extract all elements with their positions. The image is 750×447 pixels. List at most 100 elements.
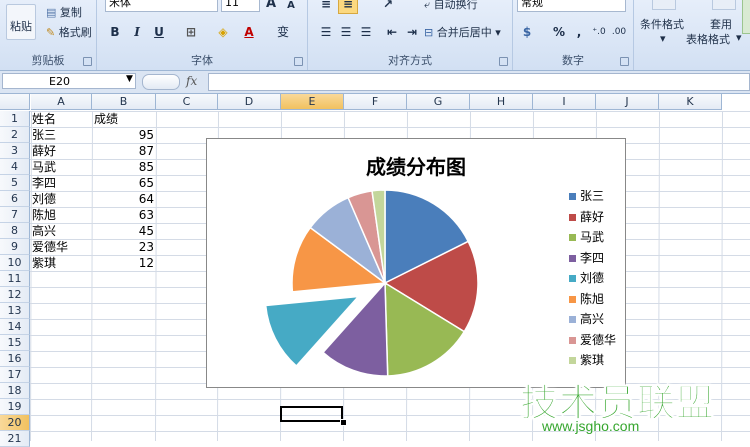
formula-divider-handle[interactable]	[142, 74, 180, 90]
legend-item[interactable]: 张三	[569, 187, 604, 205]
row-header-11[interactable]: 11	[0, 271, 30, 287]
column-header-h[interactable]: H	[470, 94, 533, 110]
fill-handle[interactable]	[340, 419, 347, 426]
currency-icon[interactable]: $	[517, 22, 537, 42]
row-header-3[interactable]: 3	[0, 143, 30, 159]
row-header-15[interactable]: 15	[0, 335, 30, 351]
row-header-5[interactable]: 5	[0, 175, 30, 191]
increase-decimal-button[interactable]: ⁺.0	[589, 22, 609, 42]
row-header-20[interactable]: 20	[0, 415, 30, 431]
table-format-button[interactable]: 表格格式	[686, 31, 730, 47]
row-header-17[interactable]: 17	[0, 367, 30, 383]
row-header-8[interactable]: 8	[0, 223, 30, 239]
format-painter-button[interactable]: ✎ 格式刷	[46, 24, 92, 40]
row-header-9[interactable]: 9	[0, 239, 30, 255]
row-header-10[interactable]: 10	[0, 255, 30, 271]
row-header-13[interactable]: 13	[0, 303, 30, 319]
align-top-icon[interactable]: ≡	[316, 0, 336, 14]
legend-item[interactable]: 高兴	[569, 310, 604, 328]
border-icon[interactable]: ⊞	[181, 22, 201, 42]
legend-item[interactable]: 刘德	[569, 269, 604, 287]
pie-chart[interactable]: 成绩分布图 张三 薛好 马武 李四 刘德 陈旭 高兴 爱德华 紫琪	[206, 138, 626, 388]
row-header-1[interactable]: 1	[0, 111, 30, 127]
merge-center-button[interactable]: ⊟ 合并后居中 ▾	[424, 24, 501, 40]
score-cell[interactable]: 12	[92, 255, 154, 271]
font-size-select[interactable]: 11	[221, 0, 260, 12]
comma-button[interactable]: ,	[569, 22, 589, 42]
conditional-format-button[interactable]: 条件格式	[640, 16, 684, 32]
column-header-f[interactable]: F	[344, 94, 407, 110]
header-cell-name[interactable]: 姓名	[32, 111, 56, 127]
cell-styles-icon[interactable]	[742, 0, 750, 34]
align-center-icon[interactable]: ☰	[336, 22, 356, 42]
row-header-12[interactable]: 12	[0, 287, 30, 303]
column-header-k[interactable]: K	[659, 94, 722, 110]
column-header-i[interactable]: I	[533, 94, 596, 110]
table-format-label-1[interactable]: 套用	[710, 16, 732, 32]
score-cell[interactable]: 63	[92, 207, 154, 223]
shrink-font-button[interactable]: A	[281, 0, 301, 16]
name-cell[interactable]: 薛好	[32, 143, 56, 159]
legend-item[interactable]: 李四	[569, 249, 604, 267]
header-cell-score[interactable]: 成绩	[94, 111, 118, 127]
row-header-6[interactable]: 6	[0, 191, 30, 207]
decrease-decimal-button[interactable]: .00	[609, 22, 629, 42]
legend-item[interactable]: 马武	[569, 228, 604, 246]
row-header-14[interactable]: 14	[0, 319, 30, 335]
name-cell[interactable]: 马武	[32, 159, 56, 175]
insert-function-button[interactable]: fx	[186, 73, 206, 89]
row-header-16[interactable]: 16	[0, 351, 30, 367]
legend-item[interactable]: 薛好	[569, 208, 604, 226]
select-all-corner[interactable]	[0, 94, 30, 110]
italic-button[interactable]: I	[127, 22, 147, 42]
row-header-2[interactable]: 2	[0, 127, 30, 143]
paste-button[interactable]: 粘贴	[10, 18, 32, 34]
column-header-a[interactable]: A	[31, 94, 92, 110]
column-header-c[interactable]: C	[156, 94, 218, 110]
phonetic-button[interactable]: 变	[273, 22, 293, 42]
column-header-b[interactable]: B	[92, 94, 156, 110]
row-header-21[interactable]: 21	[0, 431, 30, 447]
name-cell[interactable]: 刘德	[32, 191, 56, 207]
align-right-icon[interactable]: ☰	[356, 22, 376, 42]
bold-button[interactable]: B	[105, 22, 125, 42]
clipboard-launcher-icon[interactable]	[83, 57, 92, 66]
score-cell[interactable]: 87	[92, 143, 154, 159]
chevron-down-icon[interactable]: ▼	[126, 74, 133, 84]
column-header-d[interactable]: D	[218, 94, 281, 110]
column-header-e[interactable]: E	[281, 94, 344, 110]
name-cell[interactable]: 张三	[32, 127, 56, 143]
row-header-19[interactable]: 19	[0, 399, 30, 415]
font-name-select[interactable]: 宋体	[105, 0, 218, 12]
legend-item[interactable]: 爱德华	[569, 331, 616, 349]
row-header-4[interactable]: 4	[0, 159, 30, 175]
number-launcher-icon[interactable]	[620, 57, 629, 66]
align-left-icon[interactable]: ☰	[316, 22, 336, 42]
decrease-indent-icon[interactable]: ⇤	[382, 22, 402, 42]
name-box[interactable]: E20	[2, 73, 136, 89]
name-cell[interactable]: 李四	[32, 175, 56, 191]
font-color-button[interactable]: A	[239, 22, 259, 42]
score-cell[interactable]: 85	[92, 159, 154, 175]
score-cell[interactable]: 64	[92, 191, 154, 207]
copy-button[interactable]: ▤ 复制	[46, 4, 82, 20]
percent-button[interactable]: %	[549, 22, 569, 42]
formula-input[interactable]	[208, 73, 750, 91]
pie-plot-area[interactable]	[207, 139, 627, 389]
score-cell[interactable]: 65	[92, 175, 154, 191]
wrap-text-button[interactable]: ⤶ 自动换行	[424, 0, 478, 12]
underline-button[interactable]: U	[149, 22, 169, 42]
align-middle-icon[interactable]: ≡	[338, 0, 358, 14]
name-cell[interactable]: 爱德华	[32, 239, 68, 255]
column-header-j[interactable]: J	[596, 94, 659, 110]
legend-item[interactable]: 陈旭	[569, 290, 604, 308]
column-header-g[interactable]: G	[407, 94, 470, 110]
number-format-select[interactable]: 常规	[517, 0, 626, 12]
grow-font-button[interactable]: A	[261, 0, 281, 14]
font-launcher-icon[interactable]	[294, 57, 303, 66]
increase-indent-icon[interactable]: ⇥	[402, 22, 422, 42]
alignment-launcher-icon[interactable]	[499, 57, 508, 66]
name-cell[interactable]: 陈旭	[32, 207, 56, 223]
score-cell[interactable]: 23	[92, 239, 154, 255]
legend-item[interactable]: 紫琪	[569, 351, 604, 369]
